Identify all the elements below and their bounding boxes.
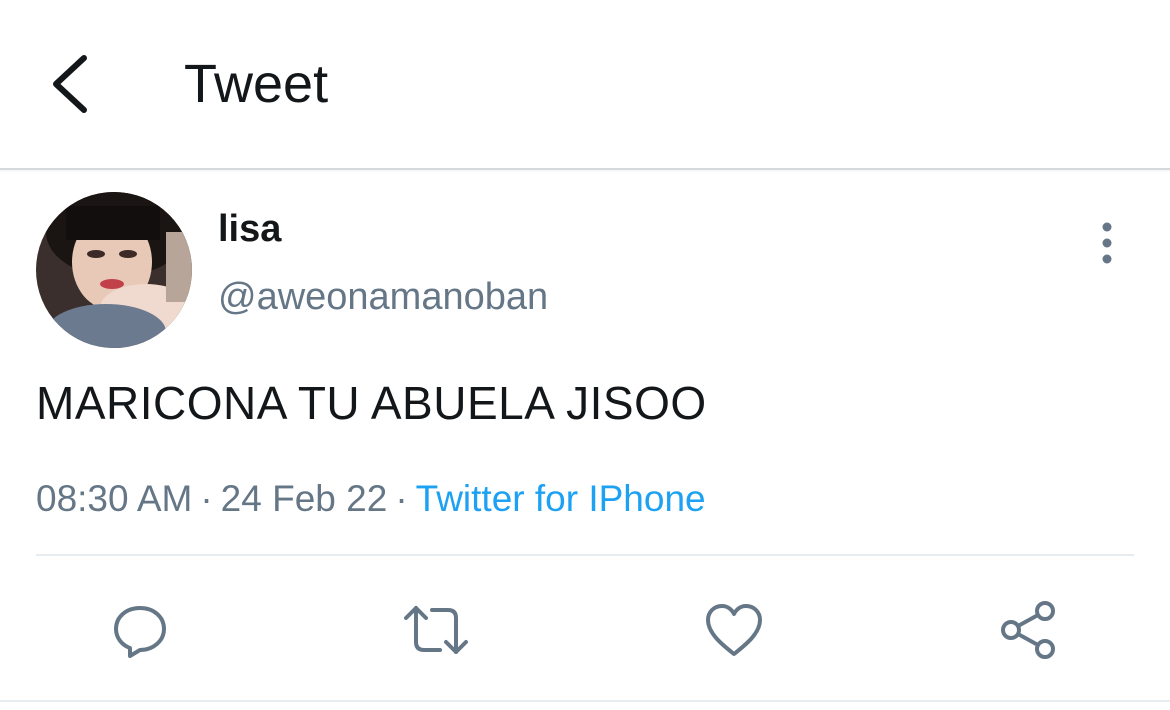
share-button[interactable]	[990, 590, 1070, 670]
retweet-icon	[404, 606, 468, 654]
reply-icon	[114, 606, 166, 658]
avatar[interactable]	[36, 192, 192, 348]
tweet-source-link[interactable]: Twitter for IPhone	[416, 478, 706, 519]
action-bar	[0, 590, 1170, 670]
reply-button[interactable]	[100, 590, 180, 670]
share-icon	[1001, 601, 1055, 659]
tweet-meta: 08:30 AM · 24 Feb 22 · Twitter for IPhone	[36, 476, 706, 522]
meta-separator: ·	[395, 478, 408, 519]
more-options-button[interactable]	[1082, 218, 1132, 268]
bottom-divider	[0, 700, 1170, 702]
tweet-text: MARICONA TU ABUELA JISOO	[36, 377, 707, 429]
like-button[interactable]	[694, 590, 774, 670]
tweet-time: 08:30 AM	[36, 478, 193, 519]
user-handle[interactable]: @aweonamanoban	[218, 274, 548, 320]
page-title: Tweet	[184, 54, 329, 114]
heart-icon	[706, 604, 762, 656]
chevron-left-icon	[53, 55, 87, 113]
tweet-date: 24 Feb 22	[220, 478, 388, 519]
top-bar: Tweet	[0, 0, 1170, 170]
divider	[36, 554, 1134, 556]
meta-separator: ·	[200, 478, 213, 519]
more-vertical-icon	[1102, 222, 1112, 264]
avatar-image	[36, 192, 192, 348]
retweet-button[interactable]	[396, 590, 476, 670]
back-button[interactable]	[30, 42, 110, 126]
display-name[interactable]: lisa	[218, 206, 281, 252]
